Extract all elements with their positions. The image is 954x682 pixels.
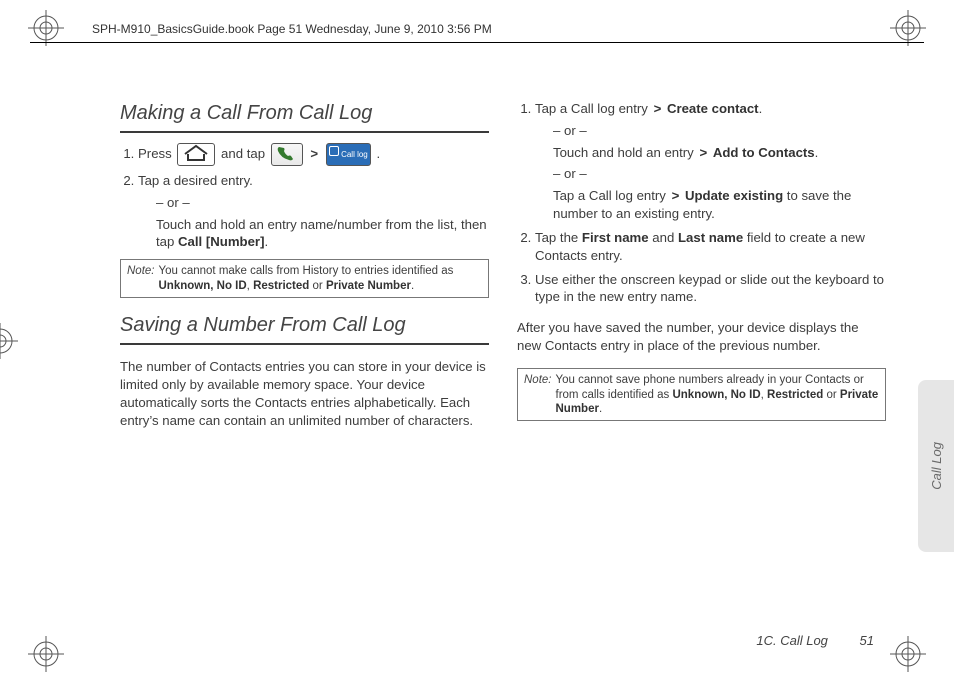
bold-last-name: Last name	[678, 230, 743, 245]
note-label: Note:	[127, 264, 155, 293]
txt: Tap a Call log entry	[553, 188, 670, 203]
step-3: Use either the onscreen keypad or slide …	[535, 271, 886, 307]
step2-text: Tap a desired entry.	[138, 173, 253, 188]
call-log-icon-label: Call log	[341, 150, 368, 159]
txt: You cannot make calls from History to en…	[159, 265, 454, 277]
thumb-tab-call-log: Call Log	[918, 380, 954, 552]
txt: .	[815, 145, 819, 160]
step1-text-b: and tap	[221, 146, 269, 161]
bold-add-to-contacts: Add to Contacts	[713, 145, 815, 160]
gt: >	[654, 101, 662, 116]
bold: Private Number	[326, 280, 411, 292]
footer-section: 1C. Call Log	[756, 633, 828, 648]
bold-call-number: Call [Number]	[178, 234, 264, 249]
bold-create-contact: Create contact	[667, 101, 759, 116]
heading-saving-number: Saving a Number From Call Log	[120, 312, 489, 339]
phone-icon	[271, 143, 303, 166]
heading-making-call: Making a Call From Call Log	[120, 100, 489, 127]
home-icon	[177, 143, 215, 166]
txt: or	[823, 389, 840, 401]
bold: Unknown, No ID	[672, 389, 760, 401]
paragraph-saving: The number of Contacts entries you can s…	[120, 358, 489, 429]
or1: – or –	[553, 122, 886, 140]
note-label: Note:	[524, 373, 552, 416]
call-log-icon: Call log	[326, 143, 371, 166]
gt: >	[699, 145, 707, 160]
note-box-save: Note: You cannot save phone numbers alre…	[517, 368, 886, 421]
page-body: Making a Call From Call Log Press and ta…	[120, 100, 886, 660]
bold: Restricted	[767, 389, 823, 401]
txt: Touch and hold an entry	[553, 145, 697, 160]
registration-mark-icon	[0, 323, 18, 359]
column-left: Making a Call From Call Log Press and ta…	[120, 100, 489, 443]
step-1: Press and tap > Call log .	[138, 143, 489, 166]
step2-or-body: Touch and hold an entry name/number from…	[156, 216, 489, 252]
bold-first-name: First name	[582, 230, 649, 245]
note-body: You cannot save phone numbers already in…	[556, 373, 880, 416]
txt: .	[759, 101, 763, 116]
thumb-tab-label: Call Log	[929, 442, 944, 490]
txt: Tap a Call log entry	[535, 101, 652, 116]
txt: .	[264, 234, 268, 249]
registration-mark-icon	[890, 636, 926, 672]
alt1: Touch and hold an entry > Add to Contact…	[553, 144, 886, 162]
steps-saving: Tap a Call log entry > Create contact. –…	[517, 100, 886, 306]
registration-mark-icon	[28, 10, 64, 46]
document-stamp: SPH-M910_BasicsGuide.book Page 51 Wednes…	[92, 22, 492, 36]
gt: >	[672, 188, 680, 203]
steps-making-call: Press and tap > Call log . Tap a desired…	[120, 143, 489, 251]
step-1: Tap a Call log entry > Create contact. –…	[535, 100, 886, 223]
bold: Restricted	[253, 280, 309, 292]
alt2: Tap a Call log entry > Update existing t…	[553, 187, 886, 223]
registration-mark-icon	[28, 636, 64, 672]
page-footer: 1C. Call Log 51	[756, 633, 874, 648]
txt: .	[599, 403, 602, 415]
or2: – or –	[553, 165, 886, 183]
note-body: You cannot make calls from History to en…	[159, 264, 483, 293]
step1-dot: .	[376, 146, 380, 161]
step1-text-a: Press	[138, 146, 175, 161]
txt: .	[411, 280, 414, 292]
txt: and	[649, 230, 678, 245]
txt: Tap the	[535, 230, 582, 245]
footer-page-number: 51	[860, 633, 874, 648]
note-box-history: Note: You cannot make calls from History…	[120, 259, 489, 298]
column-right: Tap a Call log entry > Create contact. –…	[517, 100, 886, 443]
after-paragraph: After you have saved the number, your de…	[517, 319, 886, 355]
step-2: Tap the First name and Last name field t…	[535, 229, 886, 265]
heading-rule	[120, 131, 489, 133]
heading-rule	[120, 343, 489, 345]
chevron-separator: >	[310, 146, 318, 161]
registration-mark-icon	[890, 10, 926, 46]
step-2: Tap a desired entry. – or – Touch and ho…	[138, 172, 489, 251]
bold: Unknown, No ID	[159, 280, 247, 292]
txt: or	[309, 280, 326, 292]
bold-update-existing: Update existing	[685, 188, 783, 203]
step2-or: – or –	[156, 194, 489, 212]
header-rule	[30, 42, 924, 43]
